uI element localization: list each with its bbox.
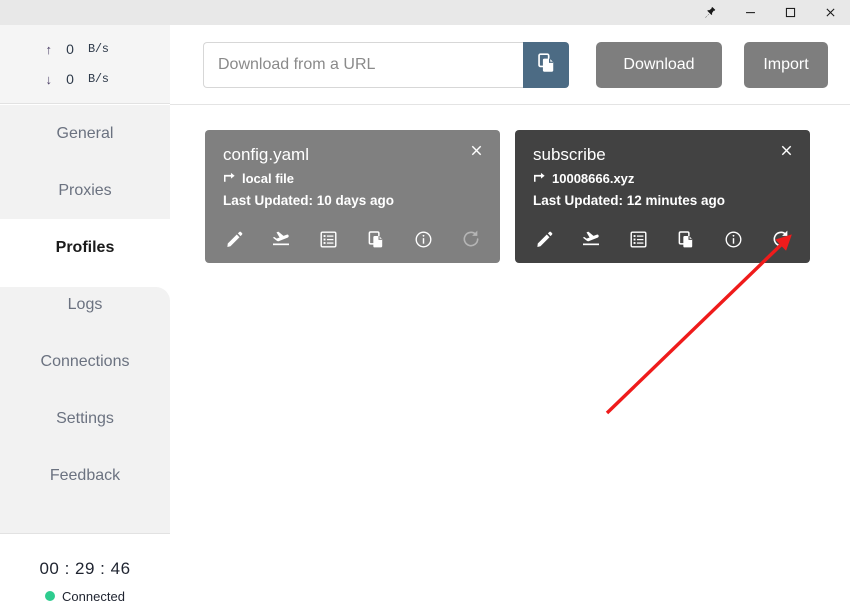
download-speed-value: 0 <box>66 71 74 87</box>
source-arrow-icon <box>223 171 236 186</box>
upload-arrow-icon: ↑ <box>45 41 53 57</box>
sidebar-item-label: Settings <box>56 409 114 427</box>
pin-icon <box>704 6 717 19</box>
apply-icon[interactable] <box>270 228 292 250</box>
edit-icon[interactable] <box>223 228 245 250</box>
copy-icon[interactable] <box>365 228 387 250</box>
profile-source-label: 10008666.xyz <box>552 171 635 186</box>
minimize-icon <box>744 6 757 19</box>
profile-actions <box>223 228 482 250</box>
delete-profile-button[interactable] <box>469 143 484 161</box>
sidebar-item-label: Connections <box>40 352 130 370</box>
sidebar-item-proxies[interactable]: Proxies <box>0 162 170 219</box>
pin-window-button[interactable] <box>690 0 730 25</box>
app-window: ↑ 0 B/s ↓ 0 B/s General Proxies Profiles… <box>0 0 850 603</box>
download-arrow-icon: ↓ <box>45 71 53 87</box>
sidebar: ↑ 0 B/s ↓ 0 B/s General Proxies Profiles… <box>0 25 170 603</box>
rules-icon[interactable] <box>628 228 650 250</box>
profile-source: 10008666.xyz <box>533 171 792 186</box>
delete-profile-button[interactable] <box>779 143 794 161</box>
sidebar-item-feedback[interactable]: Feedback <box>0 447 170 504</box>
paste-url-button[interactable] <box>523 41 569 88</box>
url-input-group <box>203 41 569 88</box>
profile-card[interactable]: config.yaml local file Last Updated: 10 … <box>205 130 500 263</box>
close-window-button[interactable] <box>810 0 850 25</box>
profile-title: subscribe <box>533 145 606 164</box>
sidebar-item-general[interactable]: General <box>0 105 170 162</box>
download-button[interactable]: Download <box>596 41 722 88</box>
profiles-toolbar: Download Import <box>170 25 850 105</box>
upload-speed-unit: B/s <box>88 42 109 56</box>
profile-title: config.yaml <box>223 145 309 164</box>
minimize-window-button[interactable] <box>730 0 770 25</box>
status-label: Connected <box>62 588 125 603</box>
connection-status-panel: 00 : 29 : 46 Connected <box>0 533 170 603</box>
info-icon[interactable] <box>723 228 745 250</box>
profile-updated: Last Updated: 10 days ago <box>223 193 395 208</box>
close-icon <box>824 6 837 19</box>
profile-card-list: config.yaml local file Last Updated: 10 … <box>205 130 810 263</box>
sidebar-item-label: Proxies <box>58 181 112 199</box>
info-icon[interactable] <box>413 228 435 250</box>
sidebar-item-settings[interactable]: Settings <box>0 390 170 447</box>
main-content: Download Import config.yaml local file L… <box>170 25 850 603</box>
upload-speed-value: 0 <box>66 41 74 57</box>
edit-icon[interactable] <box>533 228 555 250</box>
sidebar-item-label: General <box>56 124 114 142</box>
profile-actions <box>533 228 792 250</box>
rules-icon[interactable] <box>318 228 340 250</box>
sidebar-item-label: Profiles <box>55 238 115 256</box>
status-dot-icon <box>45 591 56 601</box>
download-speed-row: ↓ 0 B/s <box>0 64 170 94</box>
profile-updated: Last Updated: 12 minutes ago <box>533 193 726 208</box>
maximize-icon <box>784 6 797 19</box>
sidebar-item-connections[interactable]: Connections <box>0 333 170 390</box>
copy-icon[interactable] <box>675 228 697 250</box>
url-input[interactable] <box>203 41 523 88</box>
copy-paste-icon <box>536 52 557 78</box>
upload-speed-row: ↑ 0 B/s <box>0 34 170 64</box>
source-arrow-icon <box>533 171 546 186</box>
status-badge: Connected <box>45 589 125 603</box>
download-speed-unit: B/s <box>88 72 109 86</box>
network-speed-panel: ↑ 0 B/s ↓ 0 B/s <box>0 25 170 104</box>
refresh-icon[interactable] <box>770 228 792 250</box>
sidebar-item-label: Feedback <box>49 466 121 484</box>
title-bar <box>0 0 850 25</box>
sidebar-item-logs[interactable]: Logs <box>0 276 170 333</box>
close-icon <box>471 145 482 156</box>
session-timer: 00 : 29 : 46 <box>39 558 131 578</box>
close-icon <box>781 145 792 156</box>
profile-card[interactable]: subscribe 10008666.xyz Last Updated: 12 … <box>515 130 810 263</box>
apply-icon[interactable] <box>580 228 602 250</box>
profile-source-label: local file <box>242 171 295 186</box>
refresh-icon[interactable] <box>460 228 482 250</box>
import-button[interactable]: Import <box>744 41 828 88</box>
sidebar-item-profiles[interactable]: Profiles <box>0 219 170 276</box>
profile-source: local file <box>223 171 482 186</box>
sidebar-item-label: Logs <box>67 295 103 313</box>
maximize-window-button[interactable] <box>770 0 810 25</box>
